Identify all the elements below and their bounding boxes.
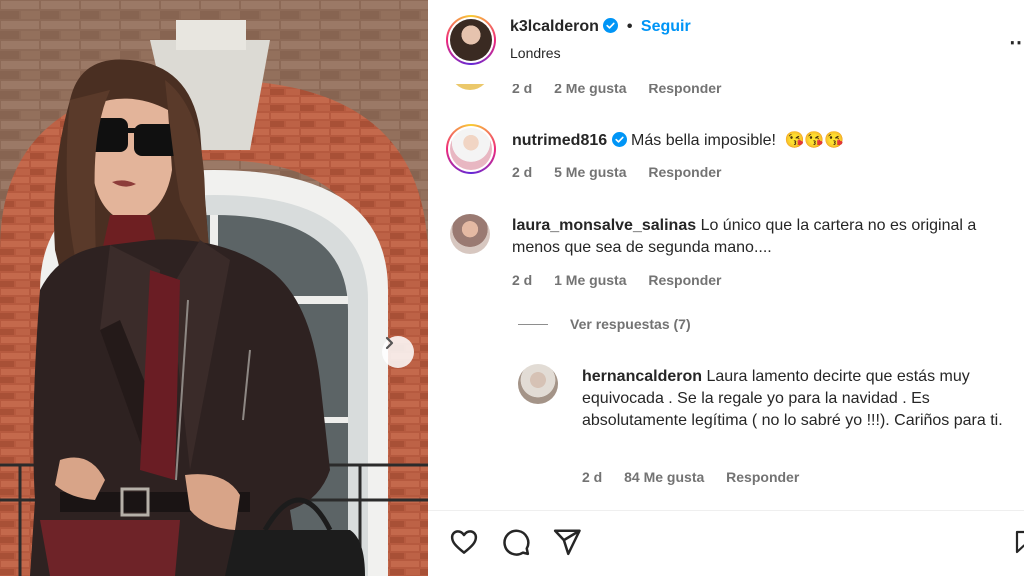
reply-body: hernancalderon Laura lamento decirte que… — [582, 366, 1012, 432]
comment-meta: 2 d 5 Me gusta Responder — [512, 164, 740, 180]
bookmark-icon[interactable] — [1014, 527, 1024, 557]
comment-body: nutrimed816 Más bella imposible! 😘😘😘 — [512, 130, 844, 152]
author-avatar[interactable] — [446, 15, 496, 65]
comment-likes[interactable]: 1 Me gusta — [554, 272, 626, 288]
reply-avatar[interactable] — [518, 364, 558, 404]
reply-button[interactable]: Responder — [726, 469, 799, 485]
comment-time[interactable]: 2 d — [512, 164, 532, 180]
comment-likes[interactable]: 5 Me gusta — [554, 164, 626, 180]
replies-divider-line — [518, 323, 548, 325]
post-location[interactable]: Londres — [510, 45, 561, 61]
reply-button[interactable]: Responder — [648, 272, 721, 288]
comment-avatar[interactable] — [450, 214, 490, 254]
view-replies-button[interactable]: Ver respuestas (7) — [518, 316, 691, 332]
reply-meta: 2 d 84 Me gusta Responder — [582, 469, 817, 485]
send-icon[interactable] — [552, 527, 582, 557]
reply-username[interactable]: hernancalderon — [582, 368, 702, 385]
verified-badge-icon — [611, 132, 627, 147]
post-header: k3lcalderon • Seguir Londres ⋯ — [428, 0, 1024, 84]
comment-text: Más bella imposible! — [631, 132, 776, 149]
comment-emojis: 😘😘😘 — [784, 132, 845, 149]
separator-dot: • — [626, 18, 633, 35]
comment-time[interactable]: 2 d — [512, 272, 532, 288]
heart-icon[interactable] — [448, 527, 480, 557]
post-action-bar — [428, 510, 1024, 576]
verified-badge-icon — [603, 18, 619, 33]
carousel-next-button[interactable] — [382, 336, 414, 368]
comment-icon[interactable] — [500, 527, 532, 557]
reply-button[interactable]: Responder — [648, 164, 721, 180]
view-replies-label: Ver respuestas (7) — [570, 316, 691, 332]
comment-username[interactable]: laura_monsalve_salinas — [512, 217, 696, 234]
comments-panel: k3lcalderon • Seguir Londres ⋯ 2 d 2 Me … — [428, 0, 1024, 576]
author-username[interactable]: k3lcalderon — [510, 18, 599, 35]
comment-avatar[interactable] — [446, 124, 496, 174]
comment-username[interactable]: nutrimed816 — [512, 132, 607, 149]
chevron-right-icon — [385, 336, 394, 350]
photo-illustration — [0, 0, 428, 576]
follow-button[interactable]: Seguir — [641, 18, 691, 35]
more-options-button[interactable]: ⋯ — [1009, 30, 1024, 55]
comment-body: laura_monsalve_salinas Lo único que la c… — [512, 215, 1012, 259]
comment-time[interactable]: 2 d — [582, 469, 602, 485]
comment-likes[interactable]: 84 Me gusta — [624, 469, 704, 485]
post-photo[interactable] — [0, 0, 428, 576]
comment-meta: 2 d 1 Me gusta Responder — [512, 272, 740, 288]
